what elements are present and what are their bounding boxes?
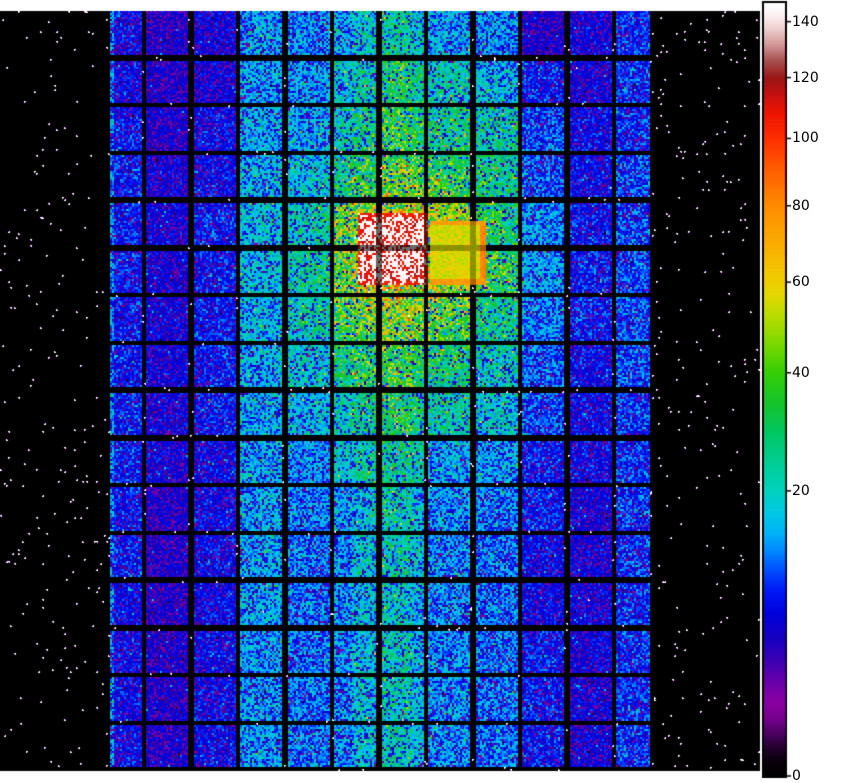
colorbar-tick-label: 60: [792, 274, 810, 290]
colorbar-tick-label: 140: [792, 14, 819, 30]
colorbar-tick-label: 20: [792, 483, 810, 499]
colorbar-tick-label: 40: [792, 365, 810, 381]
colorbar-tick-label: 100: [792, 130, 819, 146]
colorbar-tick-label: 120: [792, 70, 819, 86]
colorbar-tick-label: 0: [792, 768, 801, 783]
detector-heatmap-figure: 140 120 100 80 60 40 20 0: [0, 0, 868, 783]
heatmap-canvas: [0, 0, 868, 783]
colorbar-tick-label: 80: [792, 198, 810, 214]
